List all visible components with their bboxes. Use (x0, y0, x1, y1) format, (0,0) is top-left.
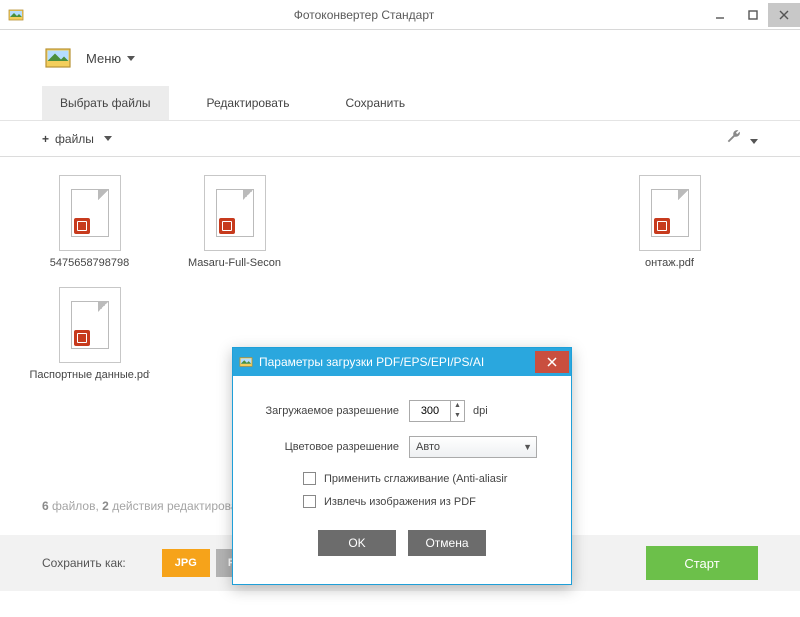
file-thumbnail (204, 175, 266, 251)
add-files-label: файлы (55, 132, 94, 146)
extract-images-checkbox[interactable] (303, 495, 316, 508)
dialog-title: Параметры загрузки PDF/EPS/EPI/PS/AI (259, 355, 535, 369)
window-close-button[interactable] (768, 3, 800, 27)
dialog-titlebar[interactable]: Параметры загрузки PDF/EPS/EPI/PS/AI (233, 348, 571, 376)
chevron-down-icon: ▼ (523, 442, 532, 452)
start-button[interactable]: Старт (646, 546, 758, 580)
file-item[interactable]: Masaru-Full-Secon (187, 175, 282, 269)
app-icon (239, 355, 253, 369)
load-params-dialog: Параметры загрузки PDF/EPS/EPI/PS/AI Заг… (232, 347, 572, 585)
file-name: 5475658798798 (30, 257, 150, 269)
wrench-icon (726, 128, 742, 144)
save-as-label: Сохранить как: (42, 556, 126, 570)
color-depth-label: Цветовое разрешение (249, 441, 399, 453)
maximize-button[interactable] (736, 3, 768, 27)
format-jpg-button[interactable]: JPG (162, 549, 210, 577)
color-depth-select[interactable]: Авто ▼ (409, 436, 537, 458)
resolution-unit: dpi (473, 405, 488, 417)
file-item[interactable]: онтаж.pdf (622, 175, 717, 269)
minimize-button[interactable] (704, 3, 736, 27)
status-file-count: 6 (42, 499, 49, 513)
sub-toolbar: + файлы (0, 121, 800, 157)
antialias-label: Применить сглаживание (Anti-aliasir (324, 473, 507, 485)
plus-icon: + (42, 132, 49, 146)
tab-strip: Выбрать файлы Редактировать Сохранить (0, 86, 800, 121)
file-item[interactable]: 5475658798798 (42, 175, 137, 269)
dialog-close-button[interactable] (535, 351, 569, 373)
settings-button[interactable] (726, 128, 758, 149)
close-icon (547, 357, 557, 367)
menu-label: Меню (86, 51, 121, 66)
file-thumbnail (639, 175, 701, 251)
chevron-down-icon (127, 56, 135, 61)
tab-save[interactable]: Сохранить (327, 86, 423, 120)
tab-select-files[interactable]: Выбрать файлы (42, 86, 169, 120)
ok-button[interactable]: OK (318, 530, 396, 556)
titlebar: Фотоконвертер Стандарт (0, 0, 800, 30)
file-name: Masaru-Full-Secon (175, 257, 295, 269)
chevron-down-icon (750, 139, 758, 144)
add-files-button[interactable]: + файлы (42, 132, 112, 146)
menu-strip: Меню (0, 30, 800, 86)
status-edit-count: 2 (102, 499, 109, 513)
chevron-down-icon (104, 136, 112, 141)
file-name: Паспортные данные.pdf (30, 369, 150, 381)
window-title: Фотоконвертер Стандарт (24, 8, 704, 22)
resolution-value[interactable] (410, 401, 450, 421)
spin-up-icon[interactable]: ▲ (451, 401, 464, 411)
menu-button[interactable]: Меню (86, 51, 135, 66)
file-thumbnail (59, 287, 121, 363)
app-icon (8, 7, 24, 23)
app-logo (44, 46, 72, 70)
resolution-label: Загружаемое разрешение (249, 405, 399, 417)
extract-images-label: Извлечь изображения из PDF (324, 496, 476, 508)
file-name: онтаж.pdf (610, 257, 730, 269)
cancel-button[interactable]: Отмена (408, 530, 486, 556)
tab-edit[interactable]: Редактировать (189, 86, 308, 120)
file-grid: 5475658798798 Masaru-Full-Secon онтаж.pd… (0, 157, 800, 499)
resolution-input[interactable]: ▲ ▼ (409, 400, 465, 422)
file-thumbnail (59, 175, 121, 251)
file-item[interactable]: Паспортные данные.pdf (42, 287, 137, 381)
spin-down-icon[interactable]: ▼ (451, 411, 464, 421)
color-depth-value: Авто (416, 441, 440, 453)
antialias-checkbox[interactable] (303, 472, 316, 485)
